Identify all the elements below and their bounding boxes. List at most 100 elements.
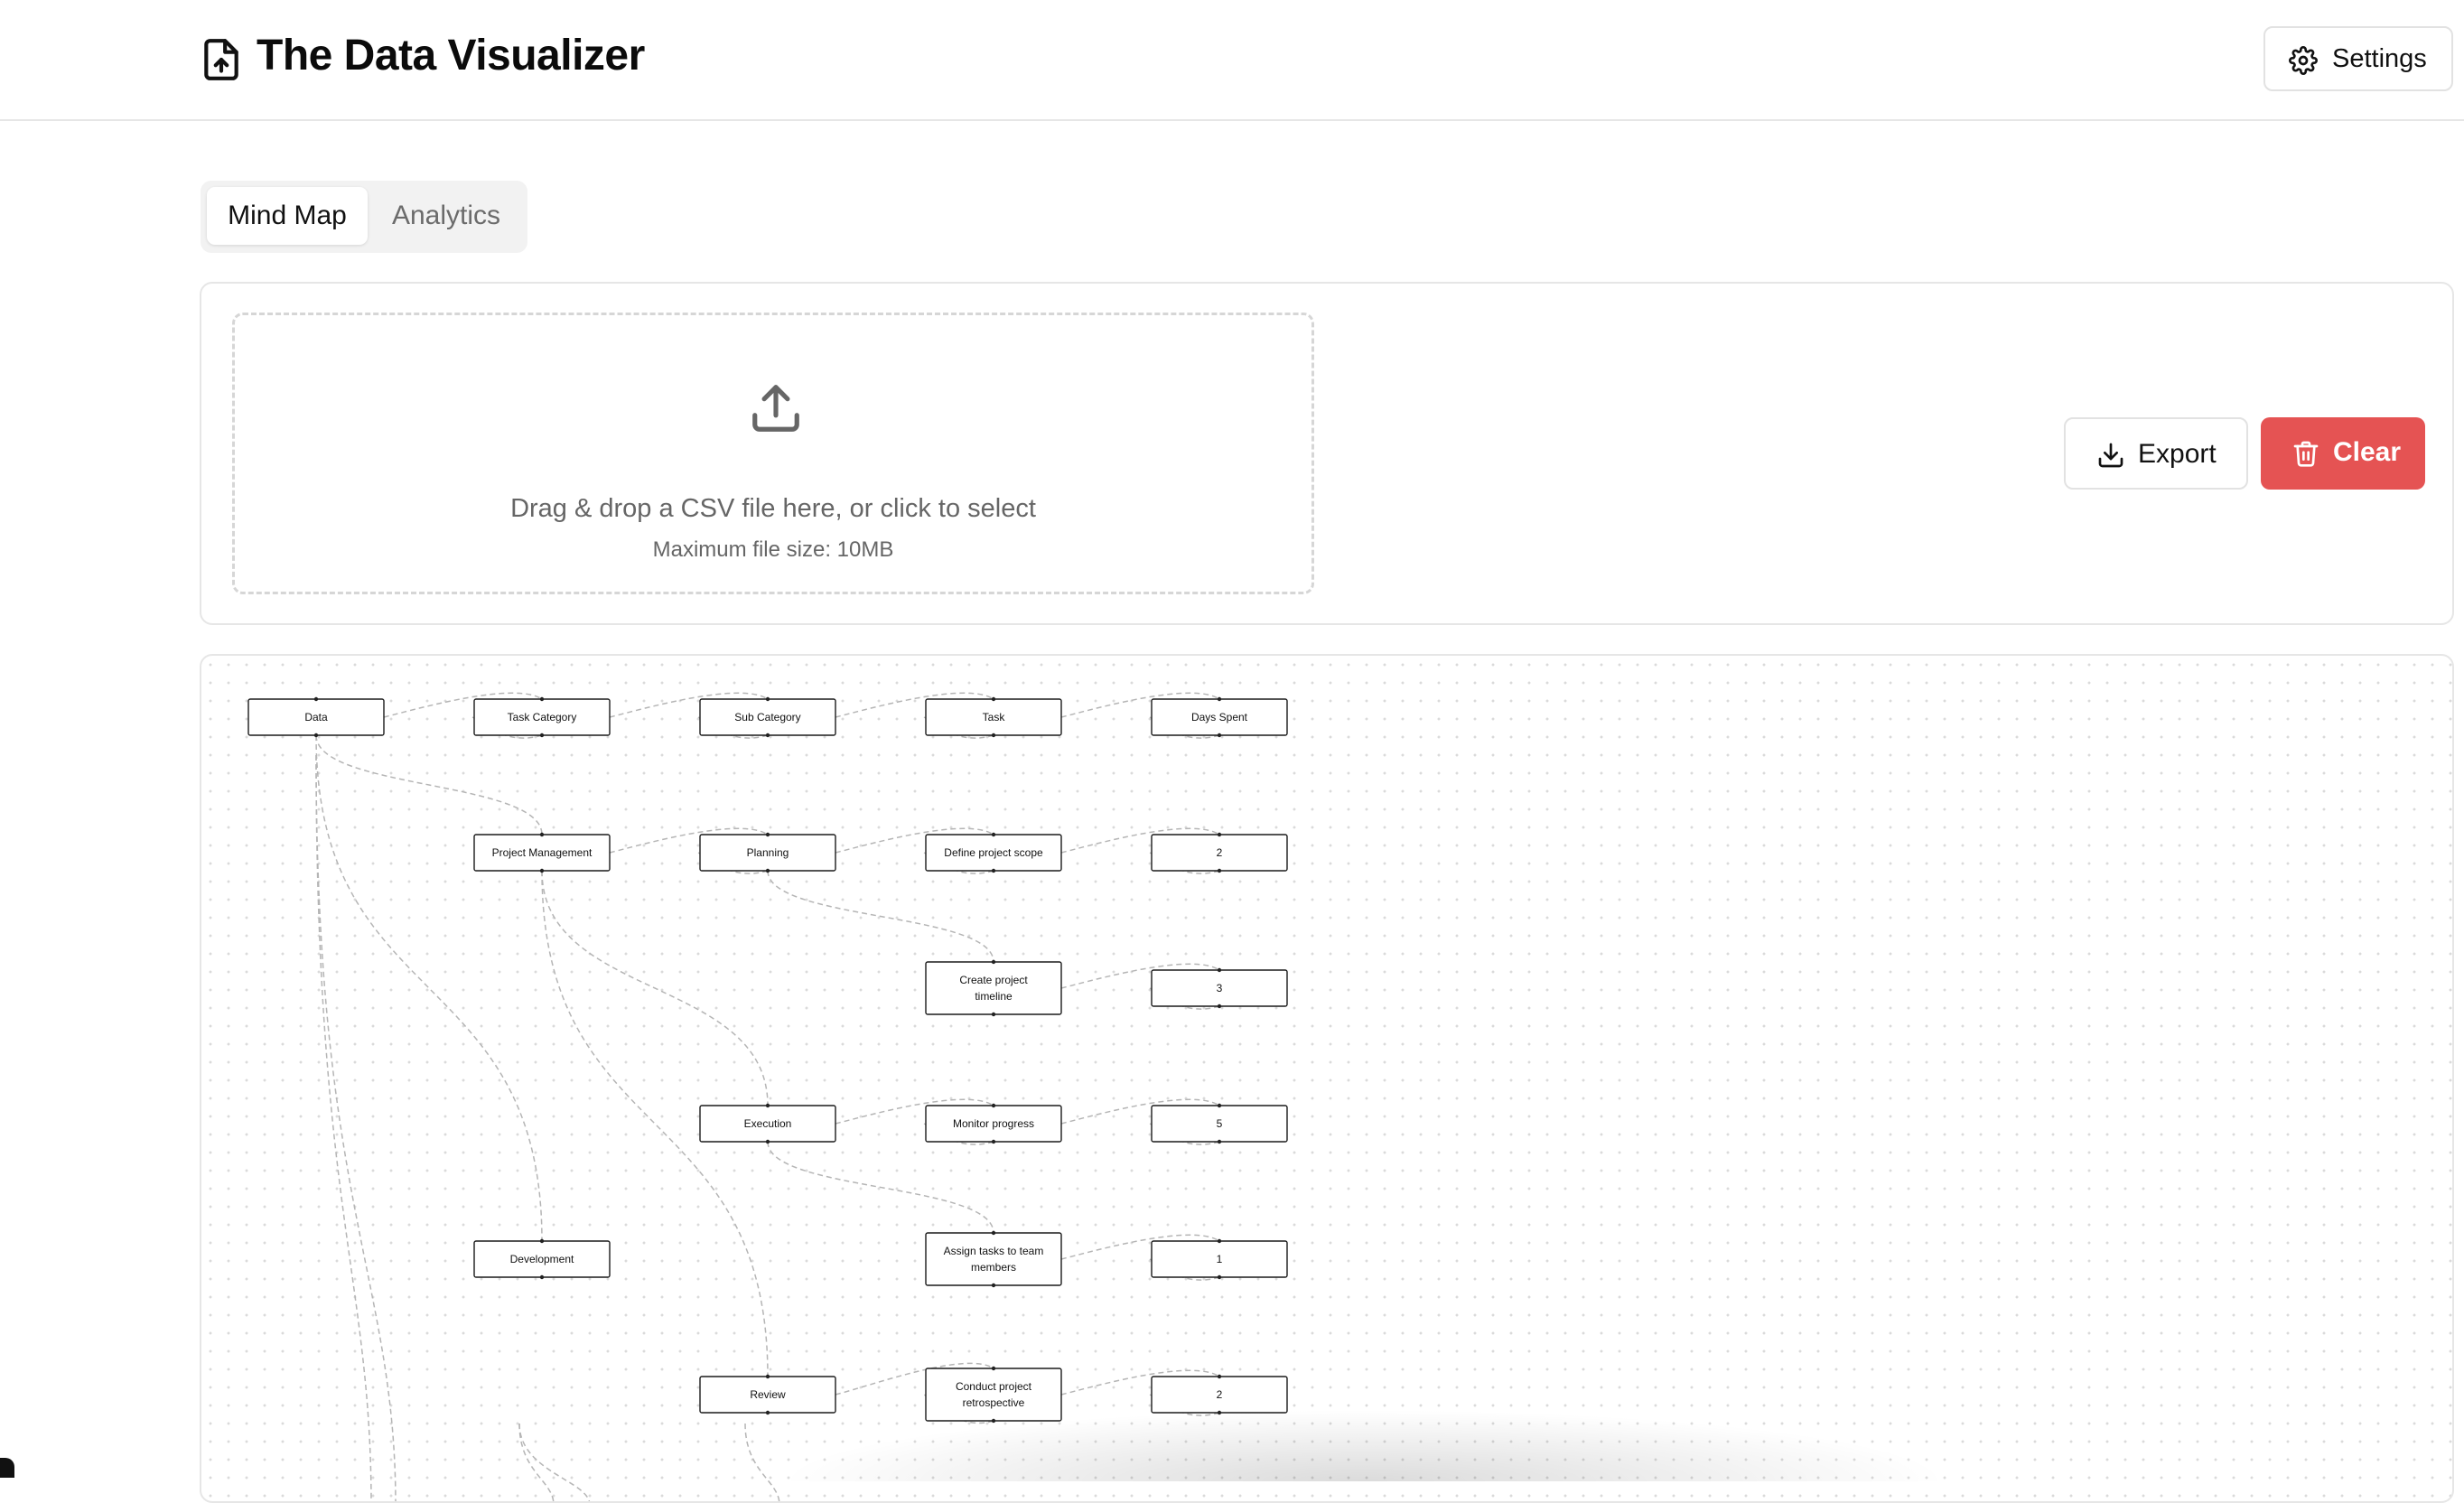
mind-map-graph[interactable]: Data Task Category Sub Category Task Days Sp… — [201, 656, 2454, 1503]
node-handle[interactable] — [991, 696, 996, 702]
export-button[interactable]: Export — [2064, 417, 2248, 490]
dropzone-prompt: Drag & drop a CSV file here, or click to… — [510, 494, 1036, 523]
mind-map-node-data[interactable]: Data — [247, 696, 385, 738]
csv-dropzone[interactable]: Drag & drop a CSV file here, or click to… — [232, 313, 1314, 594]
settings-label: Settings — [2332, 44, 2427, 73]
node-handle[interactable] — [765, 733, 770, 738]
mind-map-node-task-category[interactable]: Task Category — [473, 696, 611, 738]
app-title: The Data Visualizer — [257, 32, 645, 79]
mind-map-node-label: Review — [750, 1388, 786, 1401]
mind-map-node-val-3[interactable]: 3 — [1151, 967, 1288, 1009]
node-handle[interactable] — [991, 733, 996, 738]
node-handle[interactable] — [991, 1230, 996, 1236]
node-handle[interactable] — [991, 1418, 996, 1424]
mind-map-node-project-management[interactable]: Project Management — [473, 832, 611, 873]
view-tabs: Mind Map Analytics — [201, 181, 527, 253]
node-handle[interactable] — [765, 1103, 770, 1108]
mind-map-node-define-scope[interactable]: Define project scope — [925, 832, 1062, 873]
node-handle[interactable] — [991, 868, 996, 873]
node-handle[interactable] — [1217, 868, 1222, 873]
clear-label: Clear — [2333, 437, 2402, 467]
mind-map-node-label: Conduct project — [956, 1380, 1032, 1393]
clear-button[interactable]: Clear — [2261, 417, 2425, 490]
mind-map-node-label: Monitor progress — [953, 1117, 1034, 1130]
mind-map-node-label: 3 — [1217, 982, 1223, 994]
mind-map-node-label: Define project scope — [944, 846, 1043, 859]
mind-map-node-label: Task Category — [508, 711, 577, 723]
node-handle[interactable] — [1217, 1410, 1222, 1415]
mind-map-node-label: Execution — [744, 1117, 792, 1130]
window-corner — [0, 1458, 14, 1478]
trash-icon — [2293, 441, 2319, 467]
mind-map-canvas[interactable]: Data Task Category Sub Category Task Days Sp… — [200, 654, 2454, 1503]
mind-map-node-review[interactable]: Review — [699, 1374, 836, 1415]
node-handle[interactable] — [991, 1139, 996, 1144]
node-handle[interactable] — [1217, 1238, 1222, 1244]
node-handle[interactable] — [1217, 1139, 1222, 1144]
node-handle[interactable] — [313, 696, 319, 702]
mind-map-node-label: 2 — [1217, 846, 1223, 859]
node-handle[interactable] — [991, 1103, 996, 1108]
node-handle[interactable] — [991, 959, 996, 965]
mind-map-node-sub-category[interactable]: Sub Category — [699, 696, 836, 738]
node-handle[interactable] — [313, 733, 319, 738]
mind-map-node-days-spent[interactable]: Days Spent — [1151, 696, 1288, 738]
mind-map-node-val-5[interactable]: 5 — [1151, 1103, 1288, 1144]
mind-map-node-label: Development — [510, 1253, 574, 1265]
node-handle[interactable] — [539, 696, 545, 702]
node-handle[interactable] — [765, 1139, 770, 1144]
node-handle[interactable] — [539, 733, 545, 738]
node-handle[interactable] — [539, 832, 545, 837]
node-handle[interactable] — [1217, 733, 1222, 738]
node-handle[interactable] — [1217, 1103, 1222, 1108]
node-handle[interactable] — [765, 868, 770, 873]
node-handle[interactable] — [1217, 1374, 1222, 1379]
mind-map-node-retrospective[interactable]: Conduct project retrospective — [925, 1366, 1062, 1424]
mind-map-node-val-2a[interactable]: 2 — [1151, 832, 1288, 873]
mind-map-edge — [518, 1423, 590, 1501]
mind-map-node-create-timeline[interactable]: Create project timeline — [925, 959, 1062, 1017]
mind-map-node-label: 5 — [1217, 1117, 1223, 1130]
mind-map-node-val-1[interactable]: 1 — [1151, 1238, 1288, 1280]
node-handle[interactable] — [539, 1274, 545, 1280]
mind-map-node-development[interactable]: Development — [473, 1238, 611, 1280]
node-handle[interactable] — [765, 1374, 770, 1379]
file-upload-icon — [204, 39, 238, 80]
settings-button[interactable]: Settings — [2263, 26, 2453, 91]
node-handle[interactable] — [1217, 1004, 1222, 1009]
node-handle[interactable] — [765, 1410, 770, 1415]
mind-map-node-label: timeline — [975, 990, 1013, 1003]
mind-map-edge — [767, 870, 994, 963]
node-handle[interactable] — [765, 696, 770, 702]
tab-analytics[interactable]: Analytics — [372, 187, 520, 245]
upload-panel: Drag & drop a CSV file here, or click to… — [200, 282, 2454, 625]
node-handle[interactable] — [991, 1012, 996, 1017]
mind-map-node-execution[interactable]: Execution — [699, 1103, 836, 1144]
node-handle[interactable] — [1217, 967, 1222, 973]
node-handle[interactable] — [991, 1366, 996, 1371]
mind-map-node-monitor-progress[interactable]: Monitor progress — [925, 1103, 1062, 1144]
mind-map-node-label: Create project — [959, 974, 1028, 986]
mind-map-node-label: retrospective — [963, 1396, 1025, 1409]
node-handle[interactable] — [765, 832, 770, 837]
mind-map-node-planning[interactable]: Planning — [699, 832, 836, 873]
node-handle[interactable] — [1217, 1274, 1222, 1280]
mind-map-edge — [767, 1141, 994, 1234]
mind-map-edge — [744, 1423, 780, 1501]
mind-map-node-assign-tasks[interactable]: Assign tasks to team members — [925, 1230, 1062, 1288]
node-handle[interactable] — [1217, 832, 1222, 837]
mind-map-edge — [315, 734, 543, 1242]
node-handle[interactable] — [539, 1238, 545, 1244]
mind-map-node-val-2b[interactable]: 2 — [1151, 1374, 1288, 1415]
node-handle[interactable] — [1217, 696, 1222, 702]
mind-map-edge — [315, 754, 397, 1501]
mind-map-edge — [315, 754, 372, 1501]
node-handle[interactable] — [539, 868, 545, 873]
mind-map-node-label: 1 — [1217, 1253, 1223, 1265]
mind-map-node-label: members — [971, 1261, 1016, 1274]
tab-mind-map[interactable]: Mind Map — [207, 187, 368, 245]
mind-map-node-task[interactable]: Task — [925, 696, 1062, 738]
node-handle[interactable] — [991, 1283, 996, 1288]
mind-map-edge — [518, 1423, 555, 1501]
node-handle[interactable] — [991, 832, 996, 837]
